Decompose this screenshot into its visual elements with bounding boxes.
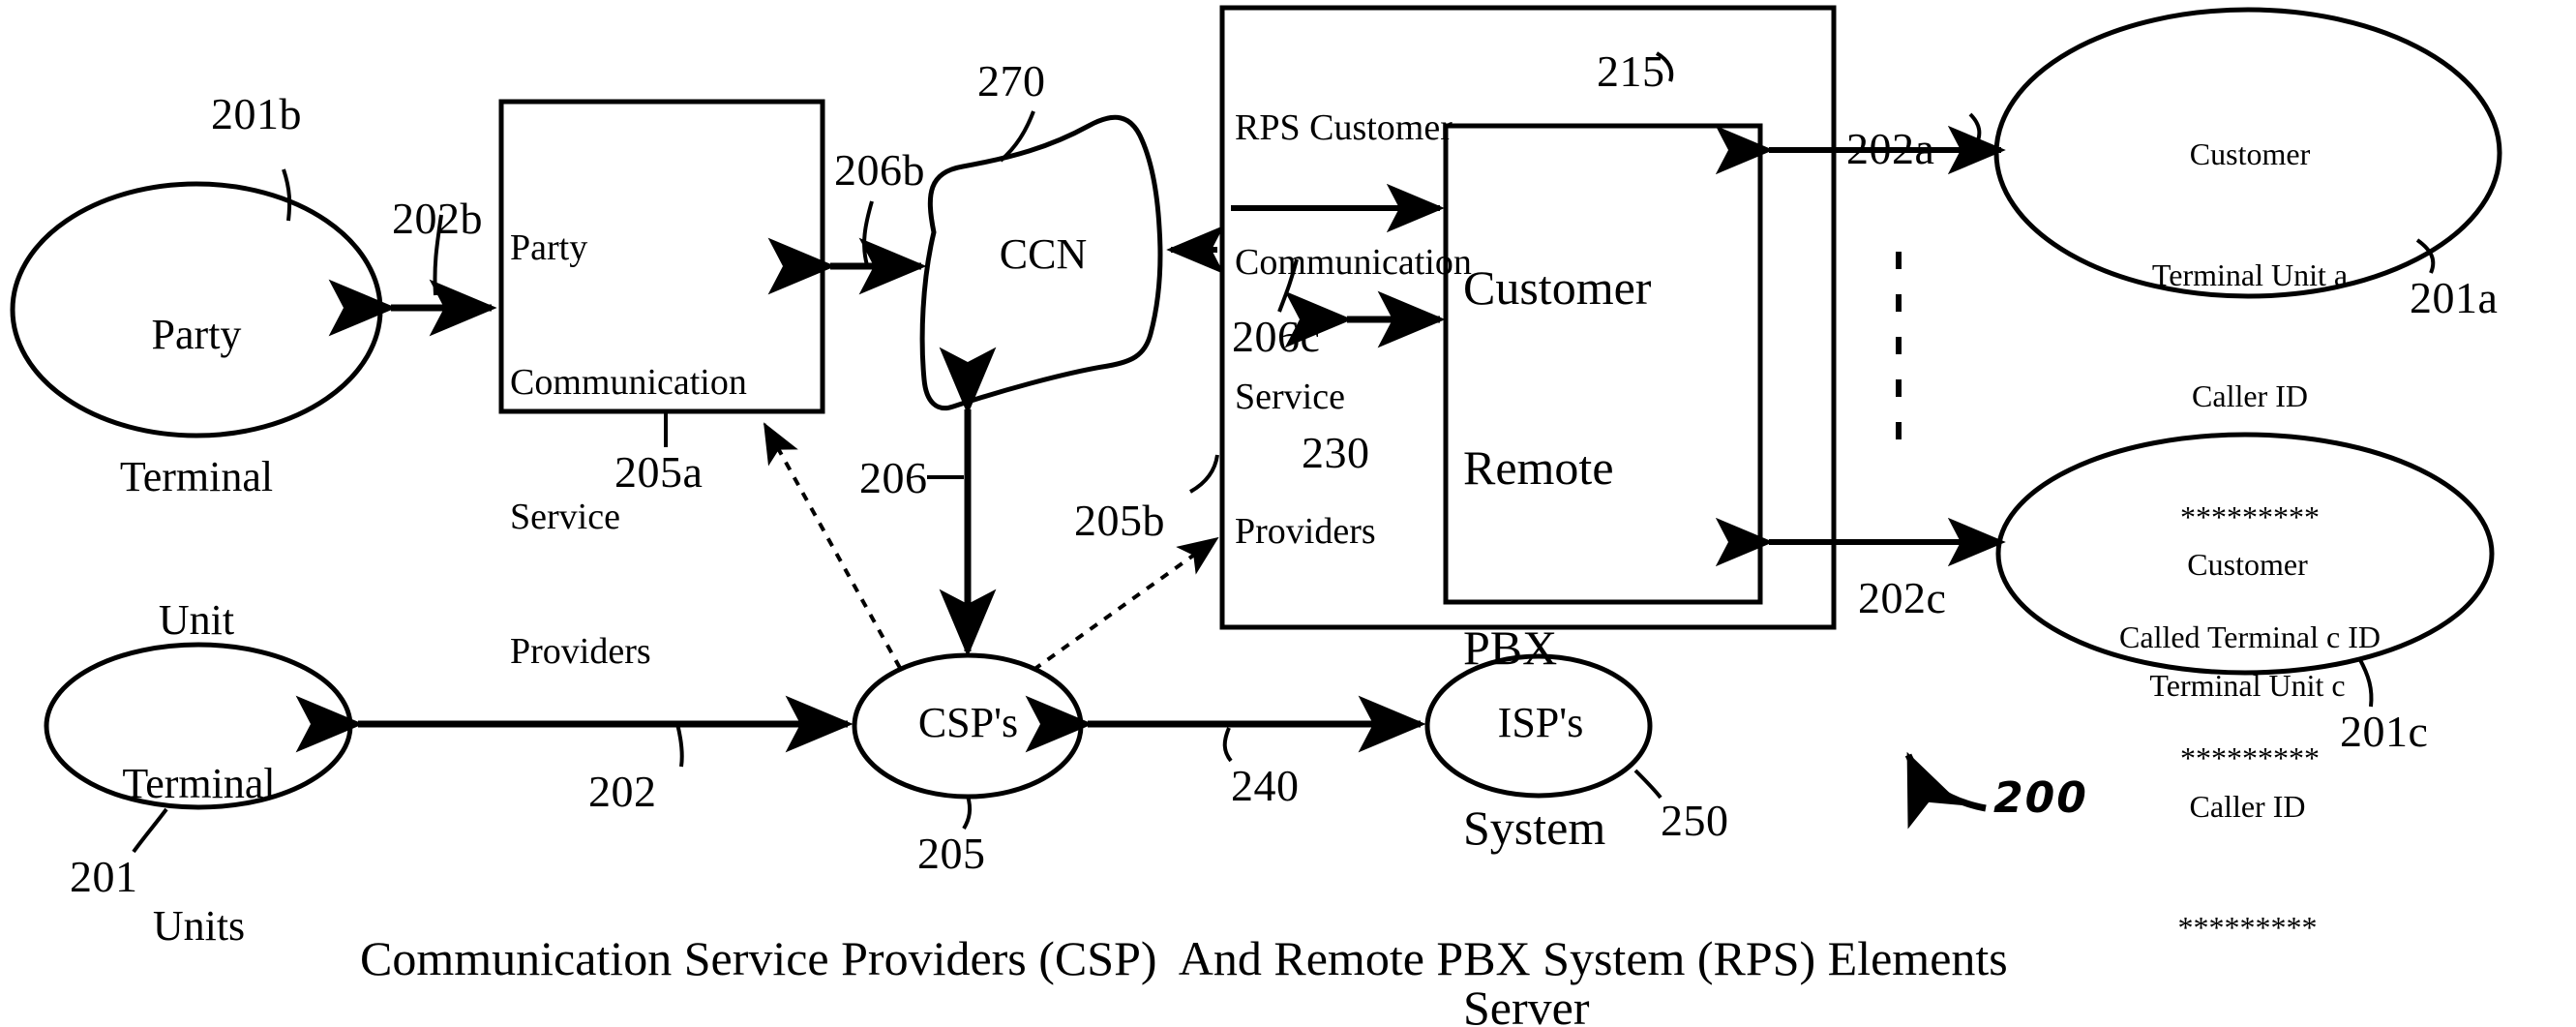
ref-202b: 202b: [392, 194, 483, 243]
crpss-unit-line2: Remote: [1463, 440, 1614, 495]
ref-202a: 202a: [1846, 124, 1935, 173]
isps-label: ISP's: [1497, 699, 1584, 746]
ref-230: 230: [1302, 428, 1370, 477]
party-terminal-unit-line1: Party: [151, 310, 242, 358]
ref-250: 250: [1661, 796, 1729, 845]
ref-202c: 202c: [1858, 573, 1947, 622]
csps-label: CSP's: [917, 699, 1019, 746]
ref-206b: 206b: [834, 145, 925, 195]
ref-206: 206: [859, 453, 928, 502]
ref-205a: 205a: [614, 447, 704, 497]
ref-205: 205: [917, 829, 986, 878]
terminal-units-line2: Units: [152, 902, 246, 951]
customer-terminal-a-line3: Caller ID: [2192, 378, 2308, 413]
dotted-205b: [1032, 536, 1219, 672]
party-csp-box-line1: Party: [510, 227, 588, 268]
ref-201a: 201a: [2410, 273, 2499, 322]
customer-terminal-c-line2: Terminal Unit c: [2149, 667, 2346, 703]
terminal-units-line1: Terminal: [122, 759, 276, 807]
figure-ref-200: 200: [1993, 773, 2088, 823]
party-terminal-unit-line3: Unit: [158, 596, 235, 645]
figure-caption: Communication Service Providers (CSP) An…: [360, 931, 2008, 985]
terminal-units-label: Terminal Units: [75, 664, 322, 1027]
figure-ref-arrow: [1904, 751, 1987, 830]
leader-240: [1222, 727, 1233, 763]
ccn-label: CCN: [999, 230, 1088, 278]
ref-205b: 205b: [1074, 496, 1165, 545]
party-terminal-unit-line2: Terminal: [119, 453, 274, 501]
party-csp-box-line4: Providers: [510, 630, 651, 672]
ref-201b: 201b: [211, 89, 302, 138]
patent-figure: Party Terminal Unit 201b Party Communica…: [0, 0, 2576, 1027]
customer-terminal-c-masked-caller-id: *********: [2177, 909, 2318, 945]
ref-206c: 206c: [1232, 312, 1321, 361]
leader-202a: [1968, 112, 1982, 146]
crpss-unit-line1: Customer: [1463, 260, 1652, 315]
ref-270: 270: [977, 56, 1046, 106]
leader-205b: [1188, 454, 1219, 494]
ref-201c: 201c: [2340, 707, 2429, 756]
leader-205: [962, 795, 973, 831]
ref-201: 201: [70, 852, 138, 901]
crpss-unit-line3: PBX: [1463, 620, 1558, 675]
party-terminal-unit-label: Party Terminal Unit: [61, 215, 332, 740]
customer-terminal-a-line1: Customer: [2189, 136, 2311, 172]
ref-202: 202: [588, 767, 657, 816]
crpss-unit-label: Customer Remote PBX System Server Unit: [1463, 137, 1753, 1027]
party-csp-box-line2: Communication: [510, 361, 747, 403]
ref-240: 240: [1231, 761, 1300, 810]
ref-215: 215: [1597, 46, 1665, 96]
customer-terminal-c-line1: Customer: [2187, 547, 2308, 583]
leader-201b: [282, 168, 292, 222]
party-csp-box-line3: Service: [510, 496, 620, 537]
